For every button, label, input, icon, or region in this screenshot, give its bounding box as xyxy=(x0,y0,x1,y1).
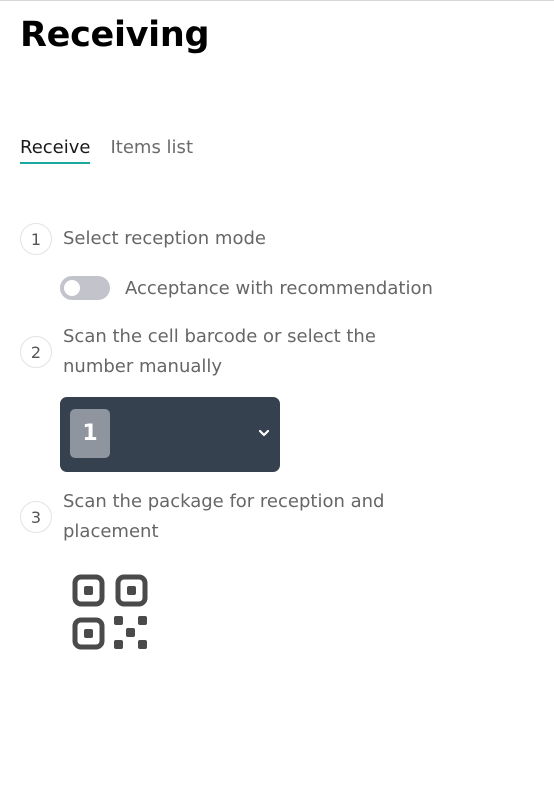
tab-bar: Receive Items list xyxy=(20,137,193,164)
toggle-label: Acceptance with recommendation xyxy=(125,277,433,299)
recommendation-toggle-row: Acceptance with recommendation xyxy=(60,276,433,300)
tab-receive[interactable]: Receive xyxy=(20,137,91,164)
step-2: 2 Scan the cell barcode or select the nu… xyxy=(20,326,376,377)
toggle-knob xyxy=(64,280,80,296)
tab-items-list[interactable]: Items list xyxy=(110,137,193,164)
qr-code-icon[interactable] xyxy=(72,574,148,650)
step-number: 3 xyxy=(20,501,52,533)
step-number: 1 xyxy=(20,223,52,255)
cell-number-badge: 1 xyxy=(70,409,110,458)
step-text: Select reception mode xyxy=(63,228,266,249)
step-text: Scan the package for reception and place… xyxy=(63,491,385,542)
receiving-page: Receiving Receive Items list 1 Select re… xyxy=(0,0,554,799)
step-1: 1 Select reception mode xyxy=(20,223,266,255)
recommendation-toggle[interactable] xyxy=(60,276,110,300)
step-number: 2 xyxy=(20,336,52,368)
step-text: Scan the cell barcode or select the numb… xyxy=(63,326,376,377)
cell-number-select[interactable]: 1 xyxy=(60,397,280,472)
step-3: 3 Scan the package for reception and pla… xyxy=(20,491,384,542)
page-title: Receiving xyxy=(20,15,210,55)
chevron-down-icon xyxy=(258,429,270,437)
